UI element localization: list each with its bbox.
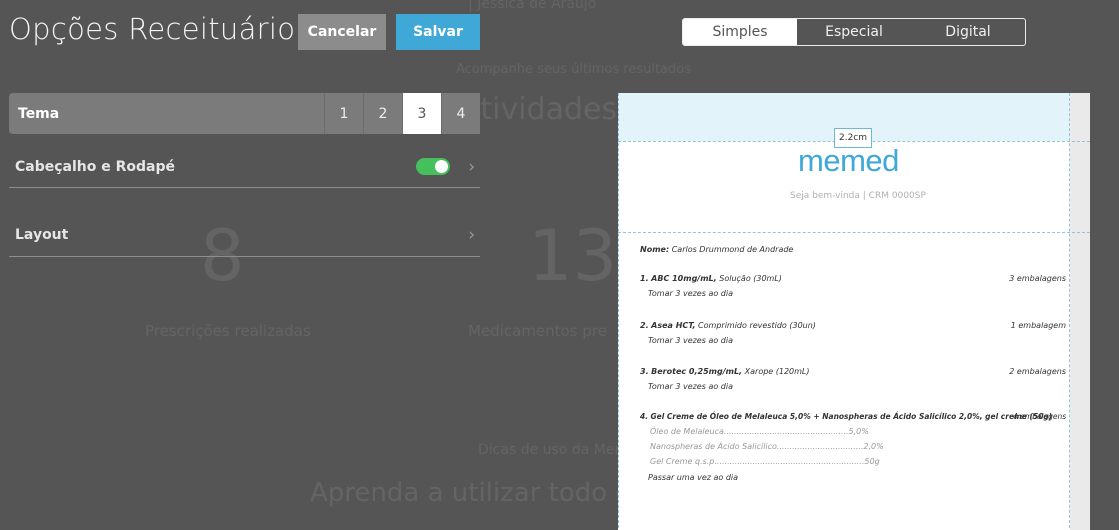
item-form: Solução (30mL) — [719, 274, 782, 283]
item-quantity: 2 embalagens — [1009, 367, 1066, 376]
theme-option-1[interactable]: 1 — [324, 93, 363, 134]
item-quantity: 4 embalagens — [1013, 412, 1067, 421]
compound-line: Óleo de Melaleuca.......................… — [650, 427, 869, 436]
chevron-right-icon: › — [468, 156, 475, 177]
content-guide-line — [618, 232, 1090, 233]
item-form: Xarope (120mL) — [744, 367, 810, 376]
cancel-button[interactable]: Cancelar — [298, 14, 386, 50]
doctor-welcome: Seja bem-vinda | CRM 0000SP — [790, 191, 926, 201]
tab-digital[interactable]: Digital — [911, 19, 1025, 45]
item-number: 1. — [640, 274, 649, 283]
item-instructions: Tomar 3 vezes ao dia — [648, 289, 733, 298]
right-margin-gutter — [1070, 93, 1090, 530]
toggle-knob — [435, 160, 449, 173]
compound-line: Nanospheras de Ácido Salicílico.........… — [650, 442, 884, 451]
chevron-right-icon: › — [468, 225, 475, 245]
patient-name: Carlos Drummond de Andrade — [671, 245, 794, 254]
item-quantity: 1 embalagem — [1010, 321, 1066, 330]
patient-label: Nome: — [640, 245, 670, 254]
item-name: Gel Creme de Óleo de Melaleuca 5,0% + Na… — [650, 412, 1053, 421]
prescription-item: 3. Berotec 0,25mg/mL, Xarope (120mL) — [640, 367, 810, 376]
theme-selector: Tema 1 2 3 4 — [9, 93, 480, 134]
save-button[interactable]: Salvar — [396, 14, 480, 50]
background-stat-prescriptions-label: Prescrições realizadas — [145, 322, 311, 340]
background-subtitle: Acompanhe seus últimos resultados — [456, 62, 691, 77]
item-instructions: Tomar 3 vezes ao dia — [648, 382, 733, 391]
prescription-item: 2. Asea HCT, Comprimido revestido (30un) — [640, 321, 816, 330]
theme-option-2[interactable]: 2 — [363, 93, 402, 134]
header-footer-toggle[interactable] — [416, 158, 451, 175]
prescription-preview: 2.2cm memed Seja bem-vinda | CRM 0000SP … — [618, 93, 1090, 530]
item-number: 4. — [640, 412, 649, 421]
tab-especial[interactable]: Especial — [797, 19, 911, 45]
prescription-item: 1. ABC 10mg/mL, Solução (30mL) — [640, 274, 782, 283]
prescription-type-tabs: Simples Especial Digital — [682, 18, 1026, 46]
background-heading: atividades — [462, 92, 618, 127]
theme-label: Tema — [18, 105, 60, 122]
tab-simples[interactable]: Simples — [683, 19, 797, 45]
left-guide-line — [618, 93, 619, 530]
item-instructions: Tomar 3 vezes ao dia — [648, 336, 733, 345]
theme-option-3[interactable]: 3 — [402, 93, 441, 134]
background-stat-medications: 13 — [528, 215, 618, 297]
item-name: ABC 10mg/mL, — [651, 274, 717, 283]
item-name: Asea HCT, — [651, 321, 696, 330]
item-name: Berotec 0,25mg/mL, — [651, 367, 743, 376]
compound-line: Gel Creme q.s.p.........................… — [650, 457, 880, 466]
background-learn-text: Aprenda a utilizar todo o — [310, 478, 632, 508]
item-form: Comprimido revestido (30un) — [698, 321, 816, 330]
prescription-item: 4. Gel Creme de Óleo de Melaleuca 5,0% +… — [640, 412, 1052, 421]
right-guide-line — [1069, 93, 1070, 530]
item-instructions: Passar uma vez ao dia — [648, 473, 739, 482]
item-number: 2. — [640, 321, 649, 330]
item-number: 3. — [640, 367, 649, 376]
item-quantity: 3 embalagens — [1009, 274, 1066, 283]
header-footer-row[interactable]: Cabeçalho e Rodapé › — [9, 146, 480, 188]
memed-logo: memed — [798, 143, 899, 178]
background-user-name: | Jessica de Araujo — [468, 0, 597, 12]
header-footer-label: Cabeçalho e Rodapé — [15, 158, 175, 175]
layout-row[interactable]: Layout › — [9, 214, 480, 257]
layout-label: Layout — [15, 227, 69, 243]
theme-option-4[interactable]: 4 — [441, 93, 480, 134]
background-stat-medications-label: Medicamentos pre — [468, 322, 607, 340]
patient-line: Nome: Carlos Drummond de Andrade — [640, 245, 793, 254]
page-title: Opções Receituário — [9, 12, 296, 46]
